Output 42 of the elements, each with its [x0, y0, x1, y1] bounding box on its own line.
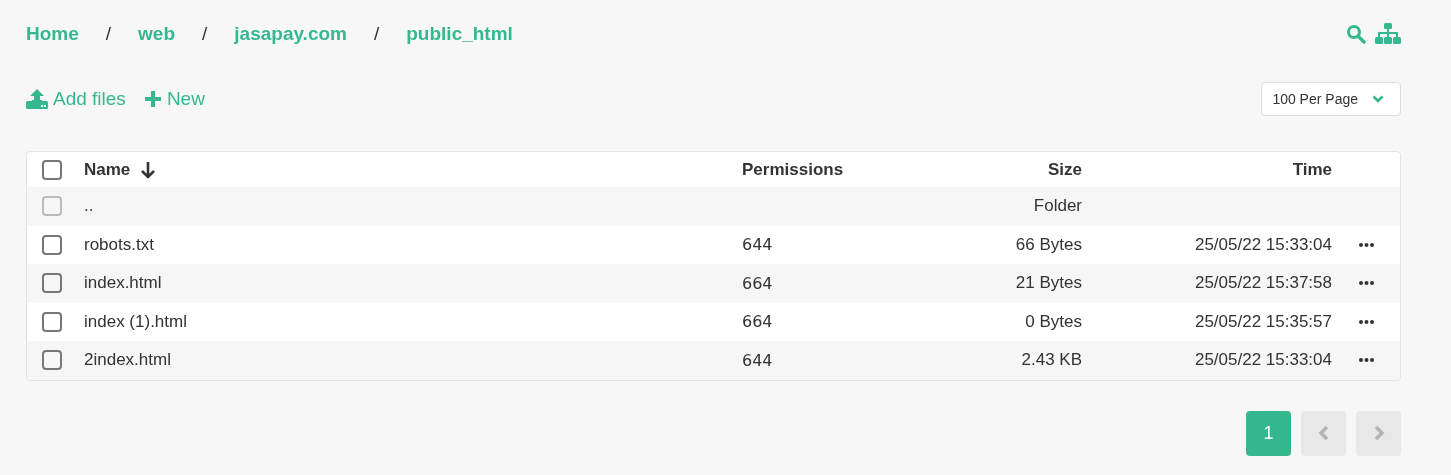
size-cell-text: 2.43 KB — [1020, 350, 1082, 371]
row-checkbox[interactable] — [42, 311, 62, 332]
size-cell-text: 0 Bytes — [1024, 311, 1082, 332]
column-header[interactable]: Name — [84, 159, 131, 180]
more-icon[interactable] — [1358, 358, 1374, 363]
file-name[interactable]: robots.txt — [84, 234, 742, 255]
column-header[interactable]: Permissions — [742, 159, 844, 179]
per-page-dropdown[interactable]: 100 Per Page — [1261, 82, 1401, 116]
column-header[interactable]: Size — [1047, 159, 1082, 179]
file-name[interactable]: index.html — [84, 273, 742, 294]
more-icon[interactable] — [1358, 242, 1374, 247]
size-cell-text: 66 Bytes — [1014, 234, 1082, 255]
breadcrumb-separator: / — [373, 23, 380, 45]
chevron-down-icon — [1372, 95, 1384, 103]
breadcrumb-separator: / — [202, 23, 208, 45]
plus-icon — [143, 90, 162, 108]
select-all-checkbox[interactable] — [42, 159, 62, 180]
file-name[interactable]: 2index.html — [84, 350, 742, 371]
search-icon[interactable] — [1346, 24, 1366, 44]
more-icon[interactable] — [1358, 319, 1374, 324]
sitemap-icon[interactable] — [1375, 23, 1401, 45]
permissions-cell: 664 — [742, 273, 773, 293]
file-name[interactable]: index (1).html — [84, 311, 742, 332]
chevron-left-icon — [1317, 425, 1330, 441]
chevron-right-icon — [1372, 425, 1385, 441]
size-cell-text: 21 Bytes — [1014, 273, 1082, 294]
permissions-cell: 644 — [742, 350, 773, 370]
sort-down-icon[interactable] — [140, 160, 157, 179]
more-icon[interactable] — [1358, 281, 1374, 286]
breadcrumb-separator: / — [105, 23, 112, 45]
time-cell: 25/05/22 15:37:58 — [1194, 273, 1332, 293]
column-header[interactable]: Time — [1292, 159, 1332, 179]
time-cell: 25/05/22 15:35:57 — [1194, 311, 1332, 331]
upload-icon — [26, 89, 48, 109]
row-checkbox[interactable] — [42, 234, 62, 255]
time-cell: 25/05/22 15:33:04 — [1194, 350, 1332, 370]
row-checkbox[interactable] — [42, 273, 62, 294]
time-cell: 25/05/22 15:33:04 — [1194, 234, 1332, 254]
row-checkbox[interactable] — [42, 350, 62, 371]
permissions-cell: 664 — [742, 312, 773, 332]
size-cell-text: Folder — [1032, 196, 1082, 217]
permissions-cell: 644 — [742, 235, 773, 255]
